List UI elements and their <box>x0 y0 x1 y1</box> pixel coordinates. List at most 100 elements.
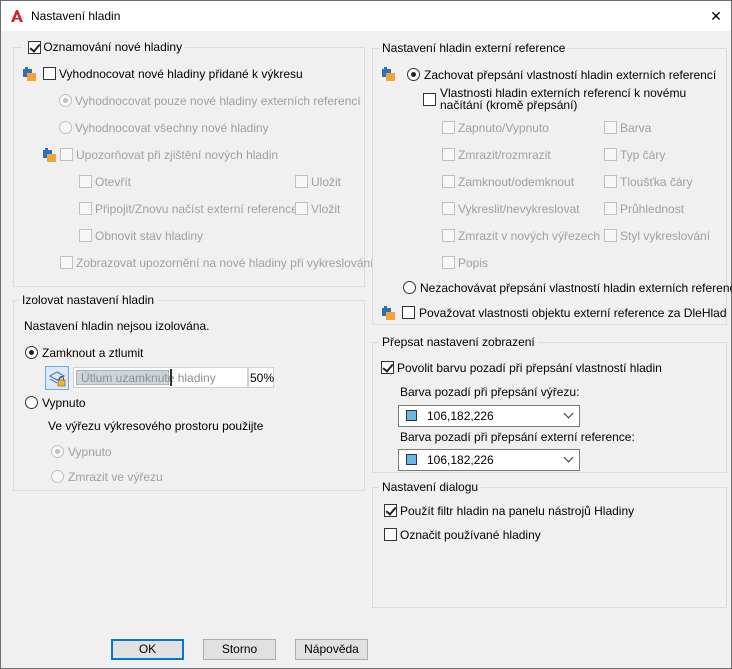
notify-insert-checkbox[interactable] <box>295 202 308 215</box>
override-display-title: Přepsat nastavení zobrazení <box>379 335 538 349</box>
viewport-bg-label: Barva pozadí při přepsání výřezu: <box>400 385 580 399</box>
new-layer-notification-checkbox[interactable] <box>28 41 41 54</box>
notify-save-label: Uložit <box>311 175 342 189</box>
xref-prop-linetype-label: Typ čáry <box>620 148 666 162</box>
discard-xref-overrides-radio[interactable] <box>403 281 416 294</box>
plot-warning-label: Zobrazovat upozornění na nové hladiny př… <box>76 256 374 270</box>
enable-bg-color-label: Povolit barvu pozadí při přepsání vlastn… <box>397 361 662 375</box>
title-bar: Nastavení hladin ✕ <box>0 0 732 31</box>
fade-slider-icon-box <box>45 366 69 390</box>
xref-prop-plot-label: Vykreslit/nevykreslovat <box>458 202 580 216</box>
xref-prop-transparency-checkbox[interactable] <box>604 202 617 215</box>
xref-prop-lock-label: Zamknout/odemknout <box>458 175 575 189</box>
viewport-freeze-label: Zmrazit ve výřezu <box>68 470 163 484</box>
fade-slider-label: Útlum uzamknuté hladiny <box>81 371 216 385</box>
evaluate-all-label: Vyhodnocovat všechny nové hladiny <box>75 121 269 135</box>
xref-prop-lock-checkbox[interactable] <box>442 175 455 188</box>
evaluate-new-layers-checkbox[interactable] <box>43 67 56 80</box>
xref-prop-lineweight-label: Tloušťka čáry <box>620 175 693 189</box>
xref-bylayer-icon <box>382 306 395 320</box>
xref-prop-newvp-freeze-label: Zmrazit v nových výřezech <box>458 229 601 243</box>
xref-prop-description-label: Popis <box>458 256 489 270</box>
viewport-freeze-radio[interactable] <box>51 470 64 483</box>
xref-bylayer-checkbox[interactable] <box>402 306 415 319</box>
new-layer-notification-label: Oznamování nové hladiny <box>43 40 183 54</box>
notify-new-layers-label: Upozorňovat při zjištění nových hladin <box>76 148 279 162</box>
xref-bg-color-dropdown[interactable]: 106,182,226 <box>398 449 580 471</box>
notify-open-label: Otevřít <box>95 175 132 189</box>
mark-used-layers-checkbox[interactable] <box>384 528 397 541</box>
xref-settings-title: Nastavení hladin externí reference <box>379 41 569 55</box>
xref-prop-color-checkbox[interactable] <box>604 121 617 134</box>
autocad-logo-icon <box>11 10 23 22</box>
viewport-bg-swatch <box>406 410 417 421</box>
keep-xref-overrides-radio[interactable] <box>407 68 420 81</box>
ok-button[interactable]: OK <box>111 639 184 660</box>
dialog-settings-title: Nastavení dialogu <box>379 480 482 494</box>
notify-insert-label: Vložit <box>311 202 341 216</box>
notify-attach-label: Připojit/Znovu načíst externí reference <box>95 202 298 216</box>
notify-save-checkbox[interactable] <box>295 175 308 188</box>
off-radio[interactable] <box>25 396 38 409</box>
window-title: Nastavení hladin <box>31 9 121 23</box>
cancel-button[interactable]: Storno <box>203 639 276 660</box>
lock-and-fade-label: Zamknout a ztlumit <box>42 346 144 360</box>
plot-warning-checkbox[interactable] <box>60 256 73 269</box>
mark-used-layers-label: Označit používané hladiny <box>400 528 541 542</box>
discard-xref-overrides-label: Nezachovávat přepsání vlastností hladin … <box>420 281 732 295</box>
apply-layer-filter-checkbox[interactable] <box>384 504 397 517</box>
xref-prop-transparency-label: Průhlednost <box>620 202 685 216</box>
layer-states-icon <box>23 67 36 81</box>
new-layer-notification-group <box>13 47 365 287</box>
notify-open-checkbox[interactable] <box>79 175 92 188</box>
viewport-apply-text: Ve výřezu výkresového prostoru použijte <box>48 419 264 433</box>
evaluate-all-radio[interactable] <box>59 121 72 134</box>
xref-bylayer-label: Považovat vlastnosti objektu externí ref… <box>419 306 727 320</box>
viewport-off-label: Vypnuto <box>68 445 112 459</box>
enable-bg-color-checkbox[interactable] <box>381 361 394 374</box>
notify-restore-checkbox[interactable] <box>79 229 92 242</box>
viewport-bg-color-value: 106,182,226 <box>427 409 494 423</box>
xref-prop-onoff-checkbox[interactable] <box>442 121 455 134</box>
evaluate-new-layers-label: Vyhodnocovat nové hladiny přidané k výkr… <box>59 67 303 81</box>
xref-prop-linetype-checkbox[interactable] <box>604 148 617 161</box>
viewport-off-radio[interactable] <box>51 445 64 458</box>
isolate-status-text: Nastavení hladin nejsou izolována. <box>24 319 210 333</box>
viewport-bg-color-dropdown[interactable]: 106,182,226 <box>398 405 580 427</box>
new-layer-notification-header: Oznamování nové hladiny <box>22 40 186 54</box>
xref-prop-plot-checkbox[interactable] <box>442 202 455 215</box>
xref-prop-plotstyle-checkbox[interactable] <box>604 229 617 242</box>
isolate-settings-title: Izolovat nastavení hladin <box>19 293 158 307</box>
evaluate-xref-only-radio[interactable] <box>59 94 72 107</box>
locked-layer-fade-icon <box>49 371 66 387</box>
xref-prop-plotstyle-label: Styl vykreslování <box>620 229 711 243</box>
xref-bg-color-value: 106,182,226 <box>427 453 494 467</box>
xref-prop-onoff-label: Zapnuto/Vypnuto <box>458 121 549 135</box>
xref-reload-label-line2: načítání (kromě přepsání) <box>440 98 578 112</box>
fade-slider-track[interactable]: Útlum uzamknuté hladiny <box>73 367 248 388</box>
layer-notify-icon <box>43 148 56 162</box>
fade-value-field[interactable]: 50% <box>248 367 274 388</box>
notify-restore-label: Obnovit stav hladiny <box>95 229 204 243</box>
off-label: Vypnuto <box>42 396 86 410</box>
xref-keep-icon <box>382 67 395 81</box>
xref-reload-checkbox[interactable] <box>423 93 436 106</box>
xref-prop-description-checkbox[interactable] <box>442 256 455 269</box>
evaluate-xref-only-label: Vyhodnocovat pouze nové hladiny externíc… <box>75 94 361 108</box>
xref-prop-freeze-checkbox[interactable] <box>442 148 455 161</box>
fade-value-text: 50% <box>250 371 275 385</box>
xref-prop-color-label: Barva <box>620 121 652 135</box>
notify-new-layers-checkbox[interactable] <box>60 148 73 161</box>
xref-bg-label: Barva pozadí při přepsání externí refere… <box>400 430 635 444</box>
keep-xref-overrides-label: Zachovat přepsání vlastností hladin exte… <box>424 68 717 82</box>
notify-attach-checkbox[interactable] <box>79 202 92 215</box>
fade-slider-thumb[interactable] <box>170 369 172 386</box>
close-icon[interactable]: ✕ <box>705 6 727 26</box>
lock-and-fade-radio[interactable] <box>25 346 38 359</box>
xref-bg-swatch <box>406 454 417 465</box>
xref-prop-newvp-freeze-checkbox[interactable] <box>442 229 455 242</box>
xref-prop-lineweight-checkbox[interactable] <box>604 175 617 188</box>
help-button[interactable]: Nápověda <box>295 639 368 660</box>
apply-layer-filter-label: Použít filtr hladin na panelu nástrojů H… <box>400 504 635 518</box>
chevron-down-icon <box>563 452 574 463</box>
